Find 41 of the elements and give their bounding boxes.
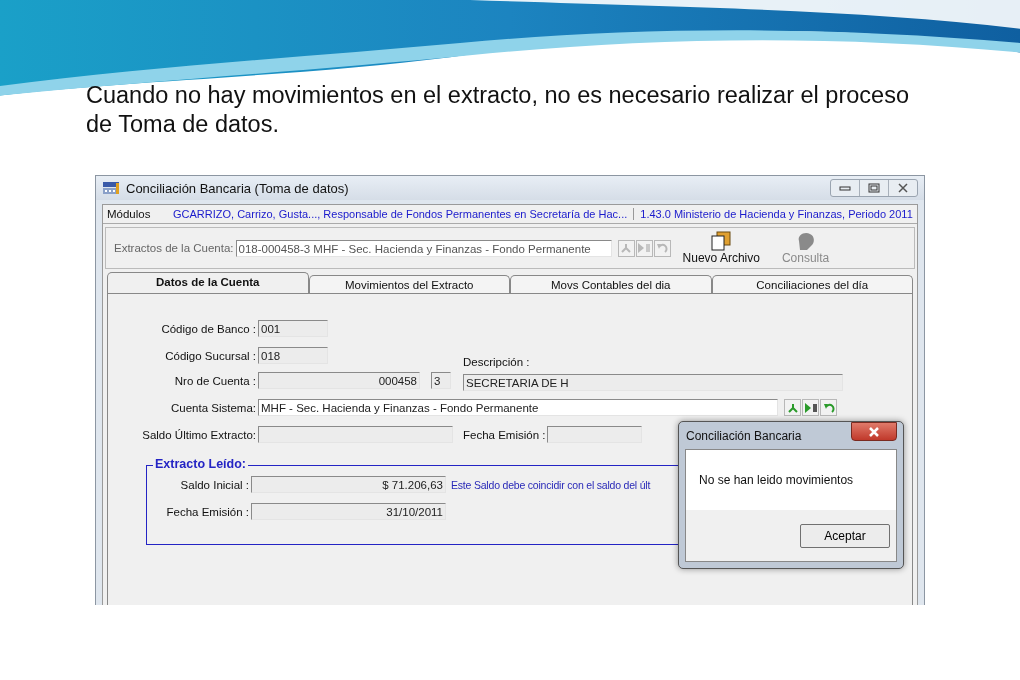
field-label: Cuenta Sistema:: [170, 401, 257, 414]
dialog-title: Conciliación Bancaria: [686, 428, 802, 443]
tab[interactable]: Movs Contables del dia: [510, 275, 712, 293]
window-title: Conciliación Bancaria (Toma de datos): [126, 180, 349, 196]
modules-label[interactable]: Módulos: [103, 208, 173, 220]
field-label: Saldo Inicial :: [179, 478, 250, 491]
play-list-icon[interactable]: [802, 399, 819, 416]
slide-caption: Cuando no hay movimientos en el extracto, no es necesario realizar el proceso de Toma de datos.: [86, 81, 910, 139]
text-field[interactable]: 31/10/2011: [251, 503, 446, 520]
field-label: Nro de Cuenta :: [173, 374, 257, 387]
text-field[interactable]: [547, 426, 643, 443]
user-info: GCARRIZO, Carrizo, Gusta..., Responsable de Fondos Permanentes en Secretaría de Hac...: [173, 208, 635, 220]
text-field[interactable]: $ 71.206,63: [251, 476, 446, 493]
field-label: Código Sucursal :: [164, 349, 257, 362]
hint-text: Este Saldo debe coincidir con el saldo del últ: [451, 478, 651, 491]
tab[interactable]: Conciliaciones del día: [711, 275, 913, 293]
close-icon[interactable]: [851, 422, 897, 441]
text-field[interactable]: 3: [431, 372, 451, 389]
text-field[interactable]: 018: [258, 347, 328, 364]
statement-dropdown[interactable]: 018-000458-3 MHF - Sec. Hacienda y Finanzas - Fondo Permanente: [235, 239, 612, 257]
field-label: Código de Banco :: [160, 322, 257, 335]
folder-icon: [710, 231, 733, 251]
version-info: 1.43.0 Ministerio de Hacienda y Finanzas, Periodo 2011: [640, 208, 913, 220]
field-label: Fecha Emisión :: [463, 428, 546, 441]
field-label: Fecha Emisión :: [165, 505, 250, 518]
dialog-message: No se han leido movimientos: [699, 473, 854, 487]
field-label: Saldo Último Extracto:: [141, 428, 257, 441]
accept-button[interactable]: Aceptar: [800, 523, 890, 548]
text-field[interactable]: 000458: [258, 372, 420, 389]
text-field[interactable]: SECRETARIA DE H: [463, 374, 843, 391]
text-field[interactable]: MHF - Sec. Hacienda y Finanzas - Fondo Permanente: [258, 399, 778, 416]
tab[interactable]: Datos de la Cuenta: [107, 272, 309, 293]
app-icon: [102, 181, 120, 195]
new-file-button[interactable]: Nuevo Archivo: [678, 231, 764, 265]
text-field[interactable]: [258, 426, 453, 443]
tab[interactable]: Movimientos del Extracto: [308, 275, 510, 293]
field-label: Descripción :: [463, 356, 531, 370]
text-field[interactable]: 001: [258, 320, 328, 337]
group-title: Extracto Leído:: [153, 457, 248, 471]
undo-icon[interactable]: [820, 399, 837, 416]
field-label: Extractos de la Cuenta:: [114, 242, 234, 254]
